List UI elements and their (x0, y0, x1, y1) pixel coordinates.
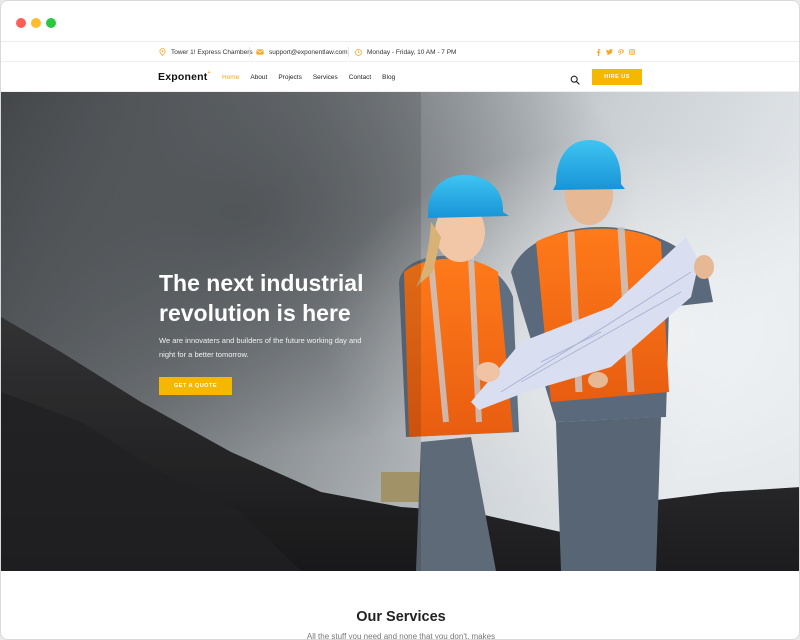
address-text: Tower 1! Express Chambers (171, 48, 253, 56)
facebook-icon[interactable] (595, 48, 602, 56)
services-subheading: All the stuff you need and none that you… (306, 632, 496, 640)
services-heading: Our Services (356, 609, 446, 625)
site-logo[interactable]: Exponent+ (158, 69, 211, 84)
get-a-quote-button[interactable]: GET A QUOTE (159, 377, 232, 395)
nav-item-contact[interactable]: Contact (349, 74, 371, 81)
hero-background-image (1, 92, 799, 571)
topbar-divider (249, 47, 250, 57)
hero-title-line-2: revolution is here (159, 300, 351, 326)
browser-window: Tower 1! Express Chambers support@expone… (0, 0, 800, 640)
email-info[interactable]: support@exponentlaw.com (256, 42, 348, 62)
logo-mark: + (207, 69, 211, 76)
location-pin-icon (159, 48, 166, 56)
envelope-icon (256, 49, 264, 55)
hours-info: Monday - Friday, 10 AM - 7 PM (355, 42, 456, 62)
hire-us-button[interactable]: HIRE US (592, 69, 642, 85)
clock-icon (355, 48, 362, 56)
minimize-window-button[interactable] (31, 18, 41, 28)
logo-text: Exponent (158, 71, 208, 83)
maximize-window-button[interactable] (46, 18, 56, 28)
contact-topbar: Tower 1! Express Chambers support@expone… (1, 42, 799, 62)
main-navbar: Exponent+ Home About Projects Services C… (1, 62, 799, 92)
hero-subtitle: We are innovaters and builders of the fu… (159, 336, 362, 359)
instagram-icon[interactable] (628, 49, 635, 56)
nav-item-home[interactable]: Home (222, 74, 239, 81)
email-text[interactable]: support@exponentlaw.com (269, 49, 348, 56)
pinterest-icon[interactable] (617, 48, 624, 56)
nav-item-blog[interactable]: Blog (382, 74, 395, 81)
social-links (595, 42, 635, 62)
primary-nav: Home About Projects Services Contact Blo… (222, 62, 395, 92)
twitter-icon[interactable] (606, 49, 613, 56)
hero-title: The next industrial revolution is here (159, 268, 399, 328)
nav-item-services[interactable]: Services (313, 74, 338, 81)
nav-item-projects[interactable]: Projects (278, 74, 301, 81)
nav-item-about[interactable]: About (250, 74, 267, 81)
hours-text: Monday - Friday, 10 AM - 7 PM (367, 48, 457, 56)
services-section: Our Services All the stuff you need and … (1, 571, 799, 640)
hero-title-line-1: The next industrial (159, 270, 364, 296)
close-window-button[interactable] (16, 18, 26, 28)
address-info: Tower 1! Express Chambers (159, 42, 253, 62)
window-titlebar (1, 1, 799, 42)
hero-section: The next industrial revolution is here W… (1, 92, 799, 571)
search-icon[interactable] (570, 72, 580, 85)
topbar-divider (348, 47, 349, 57)
